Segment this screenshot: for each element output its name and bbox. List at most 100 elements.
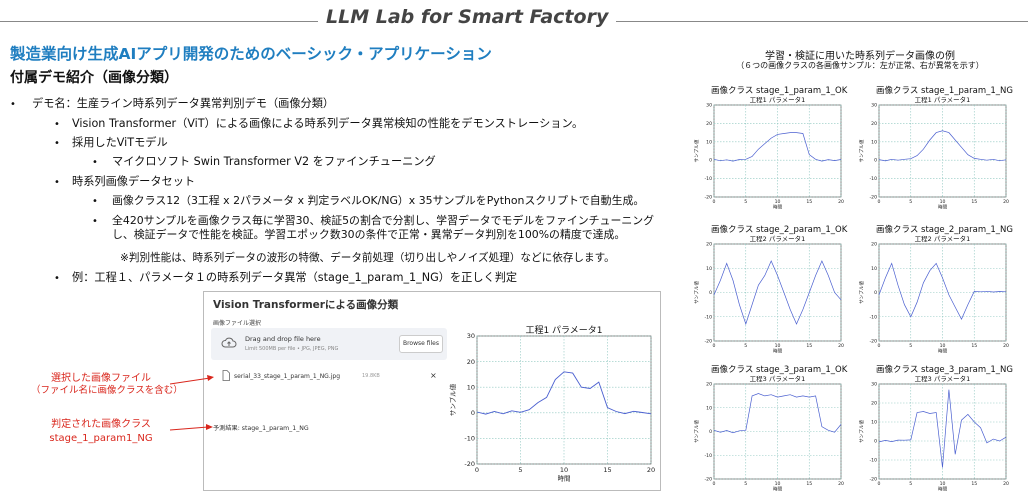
uploaded-file-size: 19.8KB [362,373,380,379]
x-tick-label: 5 [518,466,522,474]
y-axis-label: サンプル値 [858,420,865,443]
bullet-dot: • [10,99,16,110]
x-tick-label: 0 [713,199,716,205]
x-axis-label: 時間 [773,487,783,493]
y-tick-label: 10 [706,405,712,411]
chart-title: 工程2 パラメータ1 [750,234,806,243]
y-tick-label: -10 [464,435,475,443]
class-annotation-line2: stage_1_param1_NG [49,433,153,444]
y-tick-label: 20 [871,121,877,127]
y-tick-label: -20 [464,460,475,468]
dropzone-title: Drag and drop file here [245,335,321,343]
sample-chart-s3-ng: 工程3 パラメータ1 0 5 10 15 20 -20 -10 0 10 20 30 時間 サンプル値 [858,374,1009,493]
bullet-dot: • [54,273,60,284]
y-tick-label: 30 [706,103,712,109]
x-tick-label: 15 [971,199,977,205]
y-tick-label: 0 [874,290,877,296]
x-axis-label: 時間 [773,349,783,355]
y-tick-label: 20 [706,242,712,248]
x-tick-label: 10 [940,199,946,205]
dropzone-limit: Limit 500MB per file • JPG, JPEG, PNG [245,346,339,352]
sample-chart-s2-ok: 工程2 パラメータ1 0 5 10 15 20 -20 -10 0 10 20 時間 サンプル値 [693,234,844,355]
x-tick-label: 15 [806,343,812,349]
bullet-dot: • [54,177,60,188]
y-tick-label: 10 [706,139,712,145]
y-tick-label: -20 [704,339,712,345]
y-tick-label: 0 [709,158,712,164]
y-tick-label: 10 [871,420,877,426]
x-tick-label: 5 [909,199,912,205]
y-tick-label: -10 [704,314,712,320]
page-title: 製造業向け生成AIアプリ開発のためのベーシック・アプリケーション [10,45,492,63]
x-tick-label: 20 [647,466,655,474]
x-axis-label: 時間 [938,349,948,355]
x-tick-label: 10 [560,466,568,474]
bullet-model-head: 採用したViTモデル [72,136,168,149]
file-dropzone[interactable]: Drag and drop file here Limit 500MB per … [211,328,447,360]
x-axis-label: 時間 [938,205,948,211]
sample-chart-s1-ng: 工程1 パラメータ1 0 5 10 15 20 -20 -10 0 10 20 30 時間 サンプル値 [858,95,1009,211]
uploaded-file-name: serial_33_stage_1_param_1_NG.jpg [234,373,341,380]
x-axis-label: 時間 [558,475,571,483]
browse-files-button[interactable]: Browse files [399,335,443,353]
x-tick-label: 10 [940,481,946,487]
bullet-model: マイクロソフト Swin Transformer V2 をファインチューニング [112,155,436,168]
y-tick-label: -10 [704,176,712,182]
y-tick-label: 10 [871,266,877,272]
bullet-demo: デモ名：生産ライン時系列データ異常判別デモ（画像分類） [32,97,335,110]
header-title: LLM Lab for Smart Factory [318,6,617,28]
chart-title: 工程3 パラメータ1 [915,374,971,383]
y-tick-label: 30 [871,382,877,388]
file-annotation-line2: （ファイル名に画像クラスを含む） [31,385,183,396]
bullet-vit: Vision Transformer（ViT）による画像による時系列データ異常検… [72,117,584,130]
samples-subtitle: （６つの画像クラスの各画像サンプル：左が正常、右が異常を示す） [736,61,984,70]
y-tick-label: 20 [871,242,877,248]
y-tick-label: 0 [874,158,877,164]
y-axis-label: サンプル値 [693,139,700,162]
y-tick-label: 30 [467,332,475,340]
y-tick-label: -20 [704,477,712,483]
chart-title: 工程2 パラメータ1 [915,234,971,243]
x-tick-label: 10 [775,199,781,205]
y-tick-label: 0 [709,290,712,296]
x-tick-label: 20 [1003,481,1009,487]
bullet-example: 例：工程１、パラメータ１の時系列データ異常（stage_1_param_1_NG… [72,271,518,284]
x-tick-label: 20 [1003,199,1009,205]
x-tick-label: 0 [878,343,881,349]
y-tick-label: -10 [869,176,877,182]
chart-title: 工程1 パラメータ1 [915,95,971,104]
bullet-dataset-head: 時系列画像データセット [72,175,196,188]
prediction-chart: 工程1 パラメータ1 0 5 10 15 20 -20 -10 0 10 20 30 時間 サンプル値 [448,325,655,483]
chart-title: 工程1 パラメータ1 [525,325,602,336]
y-tick-label: -10 [869,314,877,320]
y-tick-label: 20 [706,382,712,388]
x-axis-label: 時間 [938,487,948,493]
x-tick-label: 15 [603,466,611,474]
x-tick-label: 0 [475,466,479,474]
bullet-dot: • [54,138,60,149]
x-axis-label: 時間 [773,205,783,211]
x-tick-label: 10 [940,343,946,349]
x-tick-label: 0 [713,481,716,487]
note-text: ※判別性能は、時系列データの波形の特徴、データ前処理（切り出しやノイズ処理）など… [120,252,615,264]
upload-label: 画像ファイル選択 [213,320,262,327]
bullet-train-1: 全420サンプルを画像クラス毎に学習30、検証5の割合で分割し、学習データでモデ… [112,214,655,227]
class-annotation-line1: 判定された画像クラス [51,419,151,430]
x-tick-label: 5 [744,481,747,487]
x-tick-label: 15 [971,481,977,487]
y-tick-label: 20 [467,358,475,366]
y-tick-label: 10 [467,383,475,391]
prediction-result: 予測結果: stage_1_param_1_NG [213,425,309,432]
y-tick-label: 20 [706,121,712,127]
x-tick-label: 20 [838,199,844,205]
bullet-classes: 画像クラス12（3工程 x 2パラメータ x 判定ラベルOK/NG）x 35サン… [112,194,645,207]
x-tick-label: 15 [806,199,812,205]
y-tick-label: -20 [869,195,877,201]
remove-file-button[interactable]: × [430,371,437,380]
x-tick-label: 15 [806,481,812,487]
y-tick-label: -20 [869,339,877,345]
y-axis-label: サンプル値 [858,139,865,162]
x-tick-label: 0 [713,343,716,349]
file-icon [222,370,230,381]
y-axis-label: サンプル値 [693,420,700,443]
